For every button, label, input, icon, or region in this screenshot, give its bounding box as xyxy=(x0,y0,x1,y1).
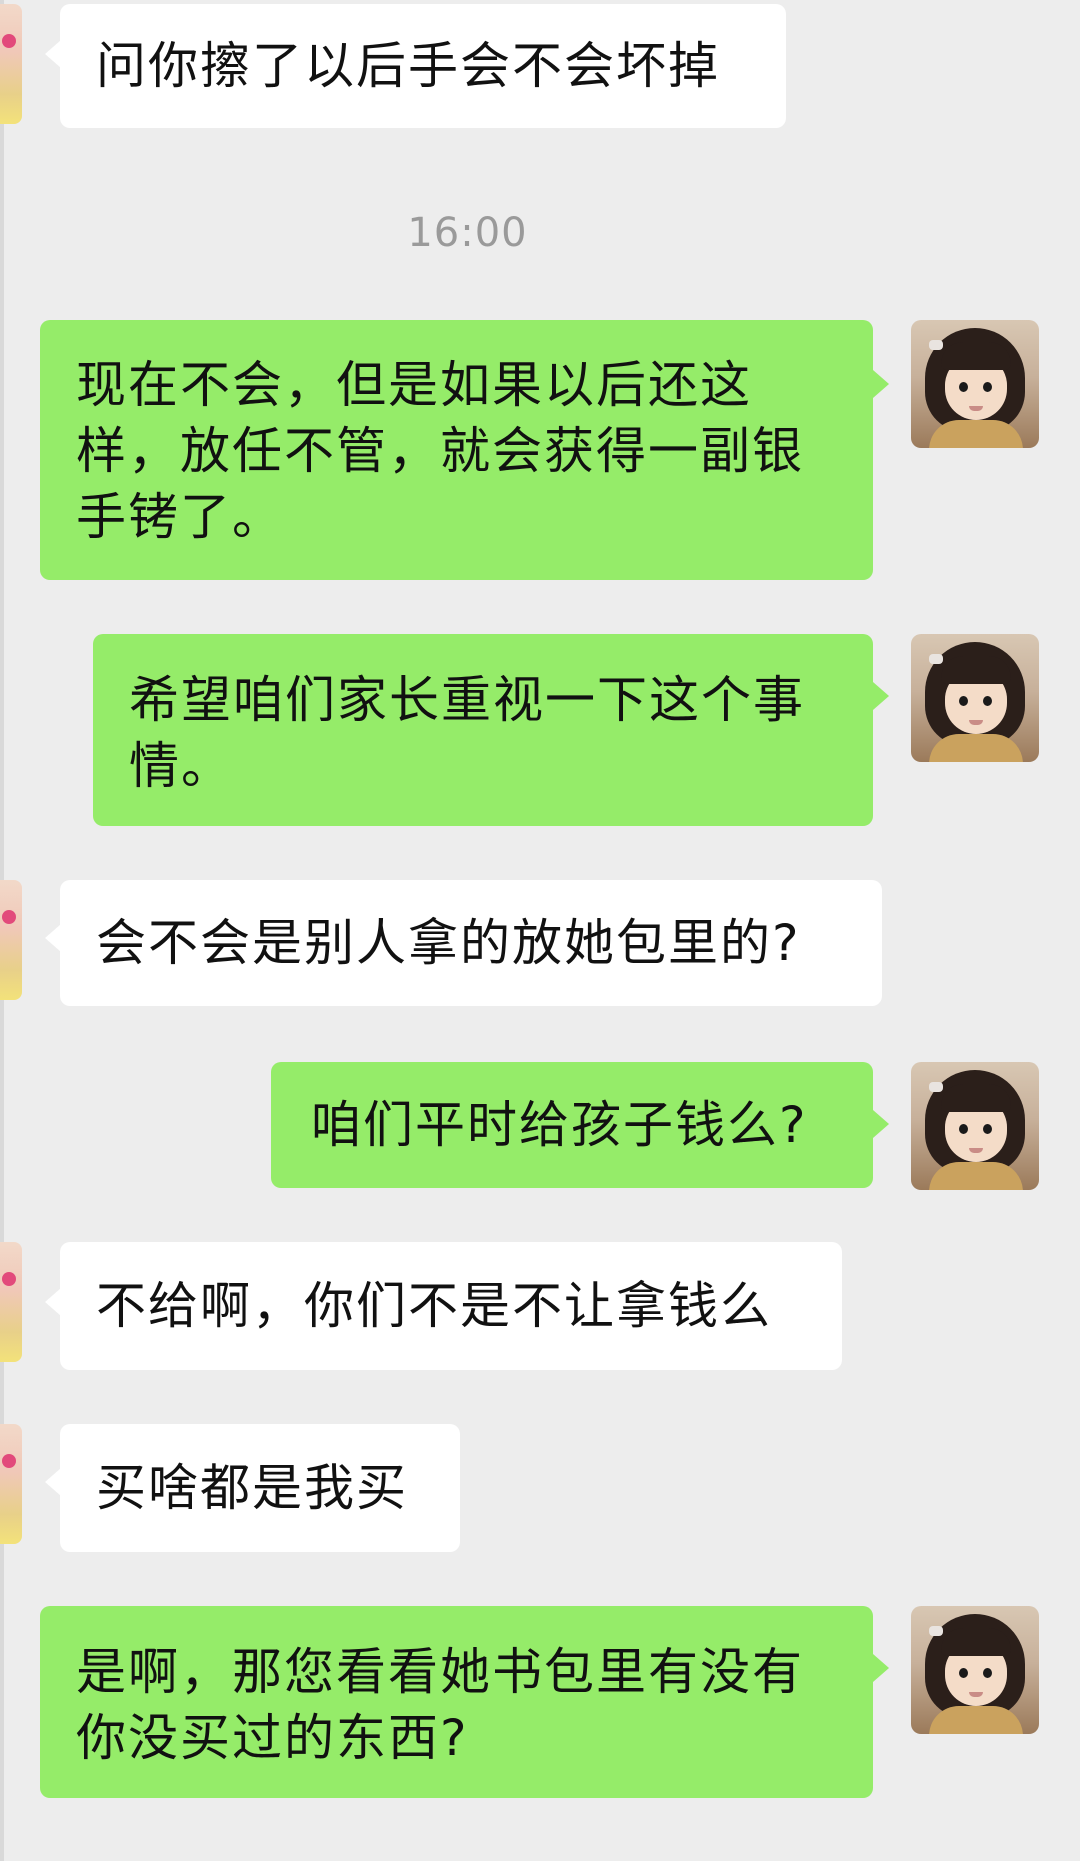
bubble-tail xyxy=(873,1110,889,1138)
message-bubble-me[interactable]: 咱们平时给孩子钱么? xyxy=(271,1062,873,1188)
bubble-tail xyxy=(873,682,889,710)
chat-view: 问你擦了以后手会不会坏掉 16:00 现在不会，但是如果以后还这样，放任不管，就… xyxy=(0,0,1080,1861)
my-avatar-icon[interactable] xyxy=(911,1062,1039,1190)
message-bubble-other[interactable]: 问你擦了以后手会不会坏掉 xyxy=(60,4,786,128)
other-avatar-icon[interactable] xyxy=(0,1424,22,1544)
bubble-tail xyxy=(45,40,61,68)
my-avatar-icon[interactable] xyxy=(911,320,1039,448)
message-bubble-other[interactable]: 不给啊，你们不是不让拿钱么 xyxy=(60,1242,842,1370)
bubble-tail xyxy=(873,1654,889,1682)
message-bubble-me[interactable]: 希望咱们家长重视一下这个事情。 xyxy=(93,634,873,826)
my-avatar-icon[interactable] xyxy=(911,634,1039,762)
message-bubble-other[interactable]: 会不会是别人拿的放她包里的? xyxy=(60,880,882,1006)
my-avatar-icon[interactable] xyxy=(911,1606,1039,1734)
other-avatar-icon[interactable] xyxy=(0,880,22,1000)
message-bubble-me[interactable]: 是啊，那您看看她书包里有没有你没买过的东西? xyxy=(40,1606,873,1798)
other-avatar-icon[interactable] xyxy=(0,1242,22,1362)
chat-timestamp: 16:00 xyxy=(407,210,528,256)
other-avatar-icon[interactable] xyxy=(0,4,22,124)
message-bubble-other[interactable]: 买啥都是我买 xyxy=(60,1424,460,1552)
bubble-tail xyxy=(45,1288,61,1316)
bubble-tail xyxy=(45,1468,61,1496)
message-bubble-me[interactable]: 现在不会，但是如果以后还这样，放任不管，就会获得一副银手铐了。 xyxy=(40,320,873,580)
bubble-tail xyxy=(45,924,61,952)
bubble-tail xyxy=(873,370,889,398)
